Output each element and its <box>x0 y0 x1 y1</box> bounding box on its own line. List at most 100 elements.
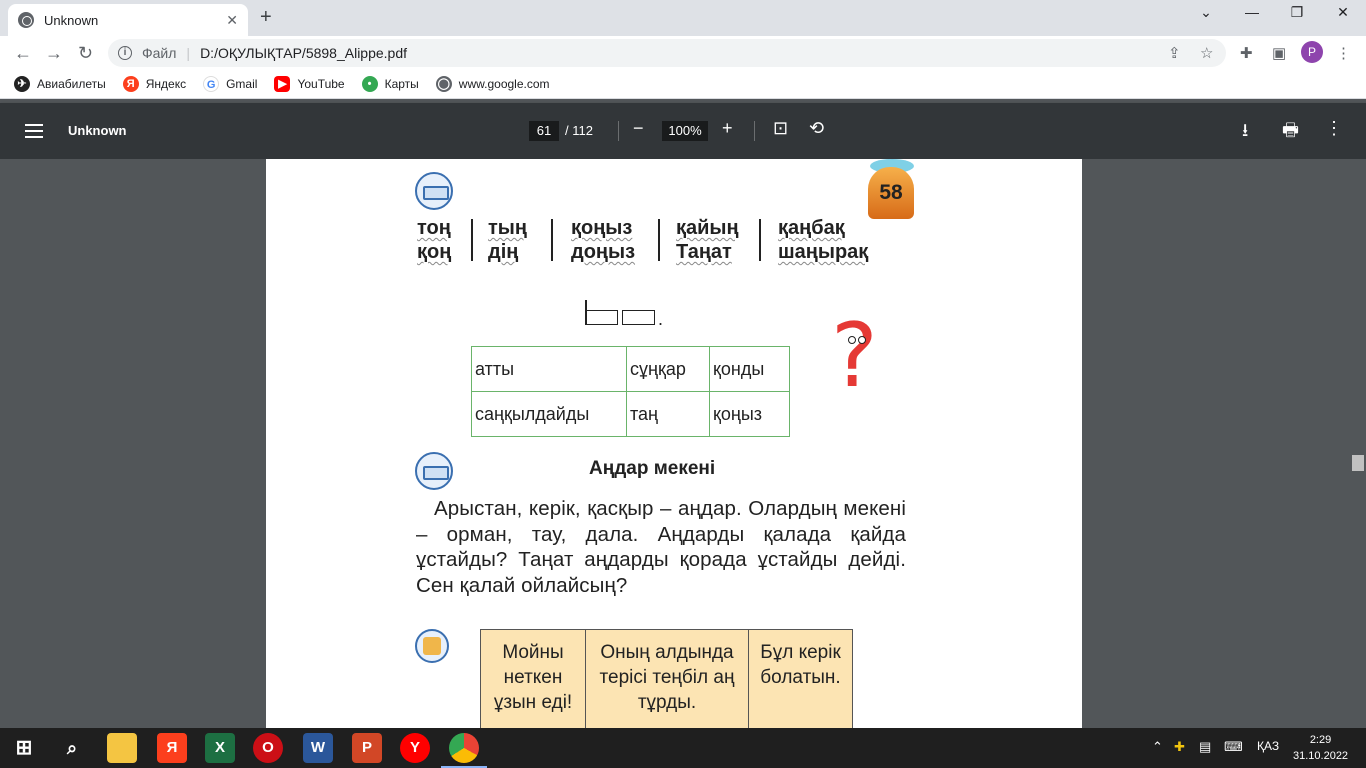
zoom-input[interactable]: 100% <box>662 121 708 141</box>
chevron-up-icon[interactable]: ⌃ <box>1152 739 1163 755</box>
opera-icon[interactable]: O <box>253 733 283 763</box>
keyboard-icon[interactable]: ⌨ <box>1224 739 1243 755</box>
maximize-button[interactable]: ❐ <box>1274 4 1320 21</box>
sentence-scheme-dot: . <box>658 309 664 329</box>
clock[interactable]: 2:29 31.10.2022 <box>1293 732 1348 764</box>
yandex-icon[interactable]: Y <box>400 733 430 763</box>
eye <box>848 336 856 344</box>
table-cell: саңқылдайды <box>471 391 627 437</box>
puzzle-icon <box>415 629 449 663</box>
excel-icon[interactable]: X <box>205 733 235 763</box>
taskbar: ⊞ ⌕ Я X O W P Y ⌃ ✚ ▤ ⌨ ҚАЗ 2:29 31.10.2… <box>0 728 1366 768</box>
word: қаңбақ <box>778 217 845 239</box>
plane-icon: ✈ <box>14 76 30 92</box>
more-actions-icon[interactable]: ⋮ <box>1325 118 1343 139</box>
notification-icon[interactable]: ▤ <box>1199 739 1211 755</box>
google-g-icon: G <box>203 76 220 92</box>
back-button[interactable]: ← <box>14 43 32 64</box>
menu-dots-icon[interactable]: ⋮ <box>1336 44 1351 62</box>
table-cell: сұңқар <box>626 346 710 392</box>
search-icon[interactable]: ⌕ <box>57 733 87 763</box>
table-cell: қоңыз <box>709 391 790 437</box>
sentence-scheme-box <box>585 310 618 325</box>
bookmark-star-icon[interactable]: ☆ <box>1200 44 1213 62</box>
table-cell: Оның алдында терісі теңбіл аң тұрды. <box>585 629 749 728</box>
book-icon <box>415 172 453 210</box>
divider <box>759 219 761 261</box>
print-icon[interactable]: 🖶 <box>1282 118 1299 148</box>
youtube-icon: ▶ <box>274 76 291 92</box>
bookmark-aviabilety[interactable]: ✈ Авиабилеты <box>14 76 106 92</box>
fit-page-icon[interactable]: ⊡ <box>773 118 788 139</box>
word-icon[interactable]: W <box>303 733 333 763</box>
share-icon[interactable]: ⇪ <box>1168 44 1181 62</box>
bookmark-youtube[interactable]: ▶ YouTube <box>274 76 345 92</box>
word-table: атты сұңқар қонды саңқылдайды таң қоңыз <box>471 346 790 437</box>
scrollbar[interactable] <box>1350 159 1366 728</box>
word: қоңыз <box>571 217 633 239</box>
table-cell: Бұл керік болатын. <box>748 629 853 728</box>
word: дің <box>488 241 519 263</box>
tray-app-icon[interactable]: ✚ <box>1174 739 1185 755</box>
bookmark-yandex[interactable]: Я Яндекс <box>122 76 187 92</box>
browser-tab[interactable]: Unknown ✕ <box>8 4 248 36</box>
table-row: Мойны неткен ұзын еді! Оның алдында тері… <box>480 629 853 728</box>
new-tab-button[interactable]: + <box>260 6 272 29</box>
bookmark-label: www.google.com <box>458 77 550 91</box>
page-number-input[interactable]: 61 <box>529 121 559 141</box>
pdf-page: 58 тоң қоң тың дің қоңыз доңыз қайың Таң… <box>266 159 1082 728</box>
bookmark-google[interactable]: ◯ www.google.com <box>435 76 550 92</box>
zoom-out-button[interactable]: − <box>633 118 644 139</box>
scrollbar-thumb[interactable] <box>1352 455 1364 471</box>
sentence-table: Мойны неткен ұзын еді! Оның алдында тері… <box>480 629 853 728</box>
word: тоң <box>417 217 451 239</box>
globe-icon: ◯ <box>435 76 452 92</box>
bookmark-label: YouTube <box>297 77 345 91</box>
table-cell: таң <box>626 391 710 437</box>
side-panel-icon[interactable]: ▣ <box>1272 44 1286 62</box>
divider <box>551 219 553 261</box>
forward-button[interactable]: → <box>45 43 63 64</box>
powerpoint-icon[interactable]: P <box>352 733 382 763</box>
pdf-viewer[interactable]: 58 тоң қоң тың дің қоңыз доңыз қайың Таң… <box>0 159 1366 728</box>
file-explorer-icon[interactable] <box>107 733 137 763</box>
table-cell: атты <box>471 346 627 392</box>
question-mark-character: ? <box>831 304 891 407</box>
bookmark-maps[interactable]: • Карты <box>361 76 419 92</box>
bookmarks-bar: ✈ Авиабилеты Я Яндекс G Gmail ▶ YouTube … <box>0 70 1366 99</box>
minimize-button[interactable]: — <box>1229 4 1275 20</box>
divider <box>471 219 473 261</box>
windows-start-icon[interactable]: ⊞ <box>9 733 39 763</box>
zoom-in-button[interactable]: + <box>722 118 733 139</box>
pdf-toolbar: Unknown 61 / 112 − 100% + ⊡ ⟲ ⭳ 🖶 ⋮ <box>0 103 1366 159</box>
close-window-button[interactable]: ✕ <box>1320 4 1366 21</box>
reload-button[interactable]: ↻ <box>78 43 93 64</box>
info-icon[interactable]: i <box>118 46 132 60</box>
sentence-scheme-box <box>622 310 655 325</box>
bookmark-label: Яндекс <box>145 77 187 91</box>
section-heading: Аңдар мекені <box>589 458 716 479</box>
word-column: тың дің <box>488 216 527 264</box>
bookmark-label: Карты <box>384 77 419 91</box>
tab-close-icon[interactable]: ✕ <box>226 12 238 29</box>
divider <box>618 121 619 141</box>
language-indicator[interactable]: ҚАЗ <box>1257 739 1279 753</box>
rotate-icon[interactable]: ⟲ <box>809 118 824 139</box>
word: қоң <box>417 241 452 263</box>
chrome-icon[interactable] <box>441 733 487 768</box>
table-row: саңқылдайды таң қоңыз <box>471 391 790 437</box>
address-row: ← → ↻ i Файл | D:/ОҚУЛЫҚТАР/5898_Alippe.… <box>0 36 1366 70</box>
maps-pin-icon: • <box>361 76 378 92</box>
url-text[interactable]: D:/ОҚУЛЫҚТАР/5898_Alippe.pdf <box>200 45 407 61</box>
address-bar[interactable]: i Файл | D:/ОҚУЛЫҚТАР/5898_Alippe.pdf <box>108 39 1226 67</box>
profile-avatar[interactable]: P <box>1301 41 1323 63</box>
time: 2:29 <box>1309 734 1332 746</box>
extensions-icon[interactable]: ✚ <box>1240 44 1253 62</box>
tab-search-icon[interactable]: ⌄ <box>1183 4 1229 21</box>
yandex-browser-icon[interactable]: Я <box>157 733 187 763</box>
bookmark-gmail[interactable]: G Gmail <box>203 76 257 92</box>
page-number: 58 <box>868 167 914 219</box>
word: Таңат <box>676 241 732 263</box>
download-icon[interactable]: ⭳ <box>1242 118 1248 148</box>
menu-icon[interactable] <box>25 124 43 138</box>
